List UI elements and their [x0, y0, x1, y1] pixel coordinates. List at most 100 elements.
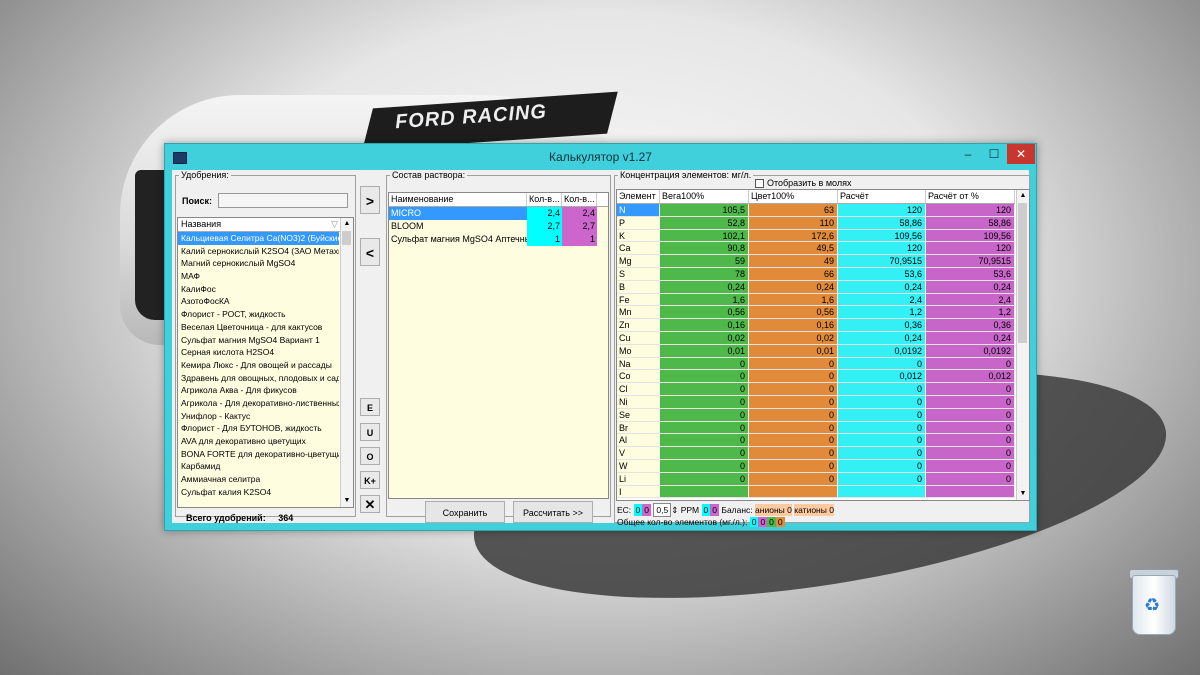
- save-button[interactable]: Сохранить: [425, 501, 505, 523]
- concentration-row[interactable]: V0000: [617, 447, 1015, 460]
- fertilizer-list[interactable]: Названия ▽ Кальциевая Селитра Ca(NO3)2 (…: [177, 217, 354, 508]
- moles-toggle[interactable]: Отобразить в молях: [755, 178, 852, 189]
- composition-table[interactable]: Наименование Кол-в... Кол-в... MICRO 2,4 2…: [388, 192, 609, 499]
- fertilizer-list-item[interactable]: Серная кислота H2SO4: [178, 346, 339, 359]
- concentration-cell-v3: 0: [838, 383, 926, 396]
- col-tsvet-header[interactable]: Цвет100%: [749, 190, 838, 203]
- grid-scroll-up-icon[interactable]: ▲: [1017, 190, 1029, 202]
- fertilizer-list-item[interactable]: КалиФос: [178, 283, 339, 296]
- remove-from-solution-button[interactable]: <: [360, 238, 380, 266]
- fertilizer-list-item[interactable]: AVA для декоративно цветущих: [178, 435, 339, 448]
- close-button[interactable]: ✕: [1007, 144, 1035, 164]
- fertilizer-list-scrollbar[interactable]: ▲ ▼: [340, 218, 353, 507]
- ec-label: EC:: [617, 505, 632, 515]
- col-name-header[interactable]: Наименование: [389, 193, 527, 206]
- composition-row[interactable]: BLOOM 2,7 2,7: [389, 220, 608, 233]
- concentration-row[interactable]: Fe 1,6 1,6 2,4 2,4: [617, 293, 1015, 307]
- fertilizer-list-item[interactable]: Унифлор - Кактус: [178, 410, 339, 423]
- concentration-row[interactable]: Mg 59 49 70,9515 70,9515: [617, 255, 1015, 268]
- concentration-cell-v3: 0: [838, 357, 926, 371]
- scroll-up-arrow-icon[interactable]: ▲: [341, 218, 353, 230]
- fertilizer-list-item[interactable]: Сульфат калия K2SO4: [178, 486, 339, 499]
- k-plus-button[interactable]: K+: [360, 471, 380, 489]
- fertilizer-list-item[interactable]: BONA FORTE для декоративно-цветущих,: [178, 448, 339, 461]
- concentration-row[interactable]: K 102,1 172,6 109,56 109,56: [617, 229, 1015, 243]
- moles-checkbox[interactable]: [755, 179, 764, 189]
- concentration-cell-el: Al: [617, 434, 660, 448]
- concentration-row[interactable]: W0000: [617, 460, 1015, 473]
- col-calc-pct-header[interactable]: Расчёт от %: [926, 190, 1015, 203]
- concentration-row[interactable]: Br 0 0 0 0: [617, 421, 1015, 435]
- fertilizer-list-item[interactable]: Магний сернокислый MgSO4: [178, 257, 339, 270]
- col-element-header[interactable]: Элемент: [617, 190, 660, 203]
- concentration-row[interactable]: Zn 0,16 0,16 0,36 0,36: [617, 319, 1015, 332]
- concentration-cell-v3: 58,86: [838, 216, 926, 230]
- concentration-row[interactable]: Mo 0,01 0,01 0,0192 0,0192: [617, 344, 1015, 358]
- fertilizer-list-item[interactable]: Флорист - Для БУТОНОВ, жидкость: [178, 422, 339, 435]
- grid-scroll-thumb[interactable]: [1018, 203, 1027, 343]
- composition-row[interactable]: MICRO 2,4 2,4: [389, 207, 608, 220]
- maximize-button[interactable]: ☐: [981, 144, 1007, 164]
- search-input[interactable]: [218, 193, 348, 208]
- fertilizer-list-item[interactable]: АзотоФосКА: [178, 295, 339, 308]
- fertilizer-list-item[interactable]: Агрикола - Для декоративно-лиственных: [178, 397, 339, 410]
- cations-badge: катионы 0: [794, 504, 834, 516]
- col-qty2-header[interactable]: Кол-в...: [562, 193, 597, 206]
- fertilizer-list-item[interactable]: Кальциевая Селитра Ca(NO3)2 (Буйские у: [178, 232, 339, 245]
- composition-cell-q2[interactable]: 2,7: [562, 220, 597, 233]
- fertilizer-list-item[interactable]: Калий сернокислый K2SO4 (ЗАО Метахи: [178, 245, 339, 258]
- composition-row[interactable]: Сульфат магния MgSO4 Аптечный. 1 1: [389, 233, 608, 246]
- clear-solution-button[interactable]: ✕: [360, 495, 380, 513]
- fertilizer-list-item[interactable]: Флорист - РОСТ, жидкость: [178, 308, 339, 321]
- concentration-scrollbar[interactable]: ▲ ▼: [1016, 190, 1029, 500]
- calculate-button[interactable]: Рассчитать >>: [513, 501, 593, 523]
- fertilizer-list-item[interactable]: Аммиачная селитра: [178, 473, 339, 486]
- concentration-row[interactable]: I: [617, 485, 1015, 499]
- fertilizer-list-item[interactable]: Карбамид: [178, 460, 339, 473]
- fertilizer-count: Всего удобрений: 364: [186, 513, 293, 523]
- grid-scroll-down-icon[interactable]: ▼: [1017, 488, 1029, 500]
- title-bar[interactable]: Калькулятор v1.27 – ☐ ✕: [165, 144, 1036, 170]
- concentration-row[interactable]: Li 0 0 0 0: [617, 472, 1015, 486]
- fertilizer-list-item[interactable]: Агрикола Аква - Для фикусов: [178, 384, 339, 397]
- concentration-row[interactable]: Ca 90,8 49,5 120 120: [617, 242, 1015, 256]
- minimize-button[interactable]: –: [955, 144, 981, 164]
- composition-cell-q1[interactable]: 1: [527, 233, 562, 246]
- concentration-row[interactable]: Se 0 0 0 0: [617, 408, 1015, 422]
- col-qty1-header[interactable]: Кол-в...: [527, 193, 562, 206]
- composition-cell-q1[interactable]: 2,4: [527, 207, 562, 220]
- concentration-cell-v2: 0,16: [749, 319, 838, 332]
- concentration-row[interactable]: N 105,5 63 120 120: [617, 204, 1015, 217]
- col-vega-header[interactable]: Вега100%: [660, 190, 749, 203]
- concentration-row[interactable]: Mn 0,56 0,56 1,2 1,2: [617, 306, 1015, 320]
- composition-cell-q2[interactable]: 2,4: [562, 207, 597, 220]
- concentration-row[interactable]: Cu 0,02 0,02 0,24 0,24: [617, 332, 1015, 345]
- spinner-arrows-icon[interactable]: ⇕: [671, 504, 678, 516]
- concentration-row[interactable]: Ni 0 0 0 0: [617, 396, 1015, 409]
- fertilizer-list-item[interactable]: Сульфат магния MgSO4 Вариант 1: [178, 334, 339, 347]
- concentration-row[interactable]: Al 0 0 0 0: [617, 434, 1015, 448]
- fertilizer-list-item[interactable]: Здравень для овощных, плодовых и садо: [178, 372, 339, 385]
- concentration-row[interactable]: B 0,24 0,24 0,24 0,24: [617, 280, 1015, 294]
- scroll-down-arrow-icon[interactable]: ▼: [341, 495, 353, 507]
- o-button[interactable]: O: [360, 447, 380, 465]
- add-to-solution-button[interactable]: >: [360, 186, 380, 214]
- concentration-row[interactable]: Na 0 0 0 0: [617, 357, 1015, 371]
- concentration-row[interactable]: Co 0 0 0,012 0,012: [617, 370, 1015, 384]
- fertilizer-list-item[interactable]: МАФ: [178, 270, 339, 283]
- scroll-thumb[interactable]: [342, 231, 351, 245]
- concentration-row[interactable]: P 52,8 110 58,86 58,86: [617, 216, 1015, 230]
- composition-cell-q1[interactable]: 2,7: [527, 220, 562, 233]
- u-button[interactable]: U: [360, 423, 380, 441]
- fertilizer-list-header[interactable]: Названия ▽: [178, 218, 342, 232]
- concentration-grid[interactable]: Элемент Вега100% Цвет100% Расчёт Расчёт …: [616, 189, 1030, 501]
- col-calc-header[interactable]: Расчёт: [838, 190, 926, 203]
- concentration-row[interactable]: S 78 66 53,6 53,6: [617, 268, 1015, 281]
- fertilizer-list-item[interactable]: Веселая Цветочница - для кактусов: [178, 321, 339, 334]
- concentration-row[interactable]: Cl 0 0 0 0: [617, 383, 1015, 396]
- recycle-bin-icon[interactable]: ♻: [1124, 565, 1182, 637]
- composition-cell-q2[interactable]: 1: [562, 233, 597, 246]
- fertilizer-list-item[interactable]: Кемира Люкс - Для овощей и рассады: [178, 359, 339, 372]
- ec-spinner[interactable]: 0,5: [653, 503, 672, 517]
- e-button[interactable]: E: [360, 398, 380, 416]
